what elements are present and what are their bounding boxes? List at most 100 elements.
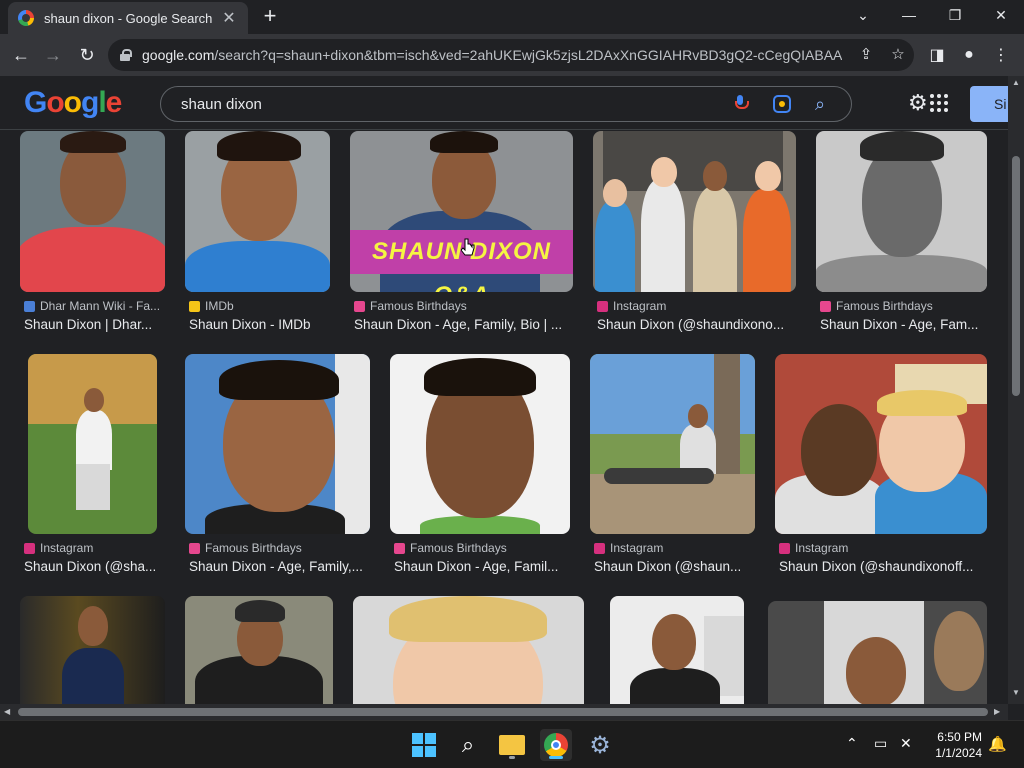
reload-button[interactable]: ↻ (72, 40, 102, 70)
tab-title: shaun dixon - Google Search (44, 10, 213, 26)
instagram-icon (594, 542, 605, 554)
windows-taskbar: ⌕ ⚙ ⌃ ▭ ✕ 6:50 PM 1/1/2024 🔔 (0, 720, 1024, 768)
result-thumbnail[interactable] (816, 131, 987, 292)
google-apps-icon[interactable] (930, 94, 948, 112)
result-source[interactable]: Famous Birthdays (354, 299, 467, 313)
result-thumbnail[interactable] (20, 596, 165, 704)
side-panel-icon[interactable]: ◨ (922, 40, 952, 70)
start-button[interactable] (408, 729, 440, 761)
famous-birthdays-icon (394, 542, 405, 554)
result-thumbnail[interactable] (593, 131, 796, 292)
clock-date: 1/1/2024 (935, 746, 982, 760)
google-favicon-icon (18, 10, 34, 26)
instagram-icon (779, 542, 790, 554)
vertical-scrollbar[interactable]: ▲ ▼ (1008, 76, 1024, 704)
result-thumbnail[interactable] (590, 354, 755, 534)
result-source[interactable]: IMDb (189, 299, 234, 313)
back-button[interactable]: ← (6, 40, 36, 70)
new-tab-button[interactable]: + (258, 4, 282, 28)
scroll-left-icon[interactable]: ◀ (4, 707, 10, 716)
result-source[interactable]: Instagram (594, 541, 663, 555)
result-thumbnail[interactable] (185, 596, 333, 704)
result-title[interactable]: Shaun Dixon - Age, Family,... (189, 559, 369, 574)
instagram-icon (24, 542, 35, 554)
profile-icon[interactable]: ● (954, 40, 984, 70)
search-input[interactable]: shaun dixon (181, 96, 262, 113)
search-box[interactable]: shaun dixon ⌕ (160, 86, 852, 122)
chrome-taskbar-icon[interactable] (540, 729, 572, 761)
result-thumbnail[interactable]: SHAUN DIXON Q&A (350, 131, 573, 292)
network-icon[interactable]: ▭ (874, 735, 887, 752)
forward-button[interactable]: → (38, 40, 68, 70)
google-logo[interactable]: Google (24, 86, 122, 120)
scroll-down-icon[interactable]: ▼ (1012, 688, 1020, 697)
result-thumbnail[interactable] (775, 354, 987, 534)
result-thumbnail[interactable] (768, 601, 987, 704)
result-thumbnail[interactable] (353, 596, 584, 704)
share-icon[interactable]: ⇪ (856, 45, 876, 63)
result-source[interactable]: Famous Birthdays (189, 541, 302, 555)
result-source[interactable]: Instagram (24, 541, 93, 555)
result-title[interactable]: Shaun Dixon - Age, Family, Bio | ... (354, 317, 570, 332)
result-thumbnail[interactable] (185, 354, 370, 534)
lock-icon[interactable] (120, 49, 132, 61)
result-title[interactable]: Shaun Dixon - Age, Fam... (820, 317, 986, 332)
imdb-icon (189, 300, 200, 312)
result-title[interactable]: Shaun Dixon | Dhar... (24, 317, 164, 332)
result-thumbnail[interactable] (20, 131, 165, 292)
result-thumbnail[interactable] (390, 354, 570, 534)
result-source[interactable]: Famous Birthdays (820, 299, 933, 313)
horizontal-scrollbar[interactable]: ◀ ▶ (0, 704, 1008, 720)
system-clock[interactable]: 6:50 PM 1/1/2024 (930, 729, 982, 761)
result-title[interactable]: Shaun Dixon (@shaundixono... (597, 317, 797, 332)
famous-birthdays-icon (189, 542, 200, 554)
result-source[interactable]: Famous Birthdays (394, 541, 507, 555)
browser-tab[interactable]: shaun dixon - Google Search ✕ (8, 2, 248, 34)
result-title[interactable]: Shaun Dixon (@shaundixonoff... (779, 559, 987, 574)
mouse-pointer-icon (461, 238, 475, 256)
settings-taskbar-icon[interactable]: ⚙ (584, 729, 616, 761)
site-favicon-icon (24, 300, 35, 312)
tab-search-button[interactable]: ⌄ (840, 0, 886, 30)
result-thumbnail[interactable] (28, 354, 157, 534)
microphone-icon[interactable] (735, 95, 749, 111)
clock-time: 6:50 PM (937, 730, 982, 744)
instagram-icon (597, 300, 608, 312)
result-title[interactable]: Shaun Dixon (@sha... (24, 559, 160, 574)
bookmark-star-icon[interactable]: ☆ (888, 45, 908, 63)
close-tab-icon[interactable]: ✕ (220, 8, 238, 28)
settings-gear-icon[interactable]: ⚙ (908, 90, 928, 116)
result-thumbnail[interactable] (185, 131, 330, 292)
search-icon[interactable]: ⌕ (815, 94, 825, 115)
result-source[interactable]: Instagram (597, 299, 666, 313)
result-title[interactable]: Shaun Dixon - Age, Famil... (394, 559, 570, 574)
menu-kebab-icon[interactable]: ⋮ (986, 40, 1016, 70)
volume-muted-icon[interactable]: ✕ (900, 735, 912, 752)
tab-strip: shaun dixon - Google Search ✕ + ⌄ — ❐ ✕ (0, 0, 1024, 34)
show-hidden-icons-chevron-icon[interactable]: ⌃ (846, 735, 858, 752)
result-title[interactable]: Shaun Dixon (@shaun... (594, 559, 754, 574)
scroll-up-icon[interactable]: ▲ (1012, 78, 1020, 87)
famous-birthdays-icon (820, 300, 831, 312)
google-lens-icon[interactable] (773, 95, 791, 113)
url-text[interactable]: google.com/search?q=shaun+dixon&tbm=isch… (142, 47, 842, 63)
address-bar[interactable]: google.com/search?q=shaun+dixon&tbm=isch… (108, 39, 914, 71)
minimize-button[interactable]: — (886, 0, 932, 30)
browser-toolbar: ← → ↻ google.com/search?q=shaun+dixon&tb… (0, 34, 1024, 76)
vertical-scroll-thumb[interactable] (1012, 156, 1020, 396)
result-source[interactable]: Instagram (779, 541, 848, 555)
result-thumbnail[interactable] (610, 596, 744, 704)
notification-bell-icon[interactable]: 🔔 (988, 735, 1007, 753)
restore-button[interactable]: ❐ (932, 0, 978, 30)
file-explorer-icon[interactable] (496, 729, 528, 761)
scroll-right-icon[interactable]: ▶ (994, 707, 1000, 716)
famous-birthdays-icon (354, 300, 365, 312)
result-title[interactable]: Shaun Dixon - IMDb (189, 317, 329, 332)
taskbar-search-icon[interactable]: ⌕ (452, 729, 484, 761)
image-results-grid: Dhar Mann Wiki - Fa... Shaun Dixon | Dha… (0, 131, 1008, 704)
close-window-button[interactable]: ✕ (978, 0, 1024, 30)
windows-logo-icon (412, 733, 436, 757)
horizontal-scroll-thumb[interactable] (18, 708, 988, 716)
google-header: Google shaun dixon ⌕ ⚙ Si (0, 76, 1024, 130)
result-source[interactable]: Dhar Mann Wiki - Fa... (24, 299, 160, 313)
